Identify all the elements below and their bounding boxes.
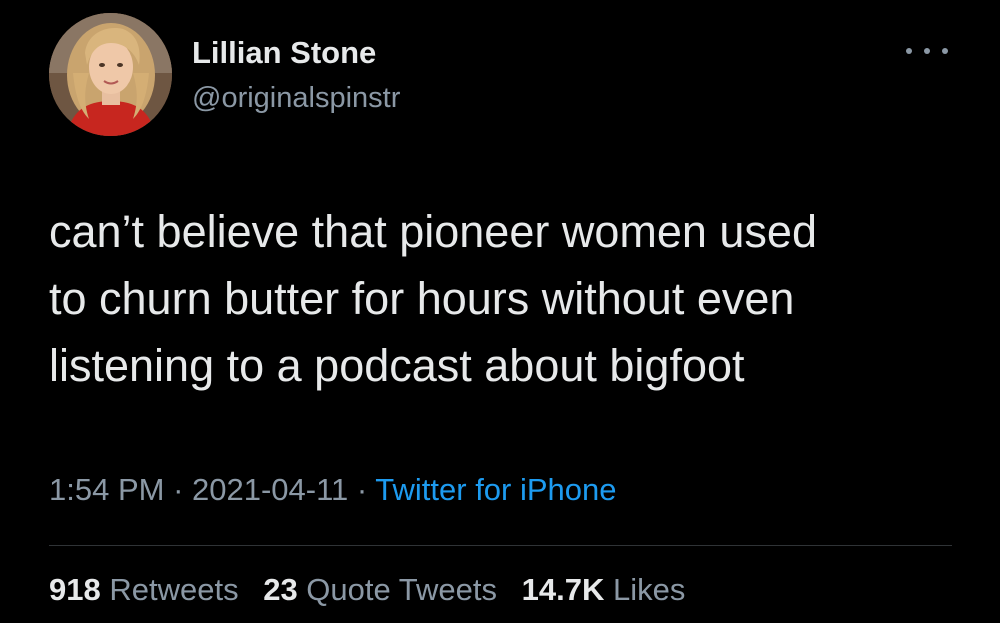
more-dot: [942, 48, 948, 54]
tweet-card: Lillian Stone @originalspinstr can’t bel…: [0, 0, 1000, 623]
retweets-count: 918: [49, 572, 101, 607]
meta-separator: ·: [348, 472, 376, 507]
more-dot: [906, 48, 912, 54]
likes-label: Likes: [604, 572, 686, 607]
divider: [49, 545, 952, 546]
tweet-text-line: to churn butter for hours without even: [49, 273, 795, 324]
tweet-time[interactable]: 1:54 PM: [49, 472, 164, 507]
quote-tweets-count: 23: [263, 572, 298, 607]
likes-stat[interactable]: 14.7K Likes: [522, 572, 686, 607]
tweet-source-link[interactable]: Twitter for iPhone: [375, 472, 616, 507]
retweets-stat[interactable]: 918 Retweets: [49, 572, 239, 607]
author-handle[interactable]: @originalspinstr: [192, 82, 400, 115]
tweet-stats: 918 Retweets 23 Quote Tweets 14.7K Likes: [49, 572, 701, 608]
tweet-metadata: 1:54 PM · 2021-04-11 · Twitter for iPhon…: [49, 472, 617, 508]
tweet-text: can’t believe that pioneer women used to…: [49, 198, 949, 399]
retweets-label: Retweets: [100, 572, 239, 607]
quote-tweets-label: Quote Tweets: [297, 572, 498, 607]
meta-separator: ·: [164, 472, 193, 507]
quote-tweets-stat[interactable]: 23 Quote Tweets: [263, 572, 497, 607]
more-dot: [924, 48, 930, 54]
tweet-date[interactable]: 2021-04-11: [192, 472, 348, 507]
tweet-text-line: can’t believe that pioneer women used: [49, 206, 817, 257]
likes-count: 14.7K: [521, 572, 605, 607]
avatar[interactable]: [49, 13, 172, 136]
avatar-photo: [49, 13, 172, 136]
more-horizontal-icon[interactable]: [906, 38, 948, 64]
author-name[interactable]: Lillian Stone: [192, 35, 376, 71]
tweet-text-line: listening to a podcast about bigfoot: [49, 340, 745, 391]
